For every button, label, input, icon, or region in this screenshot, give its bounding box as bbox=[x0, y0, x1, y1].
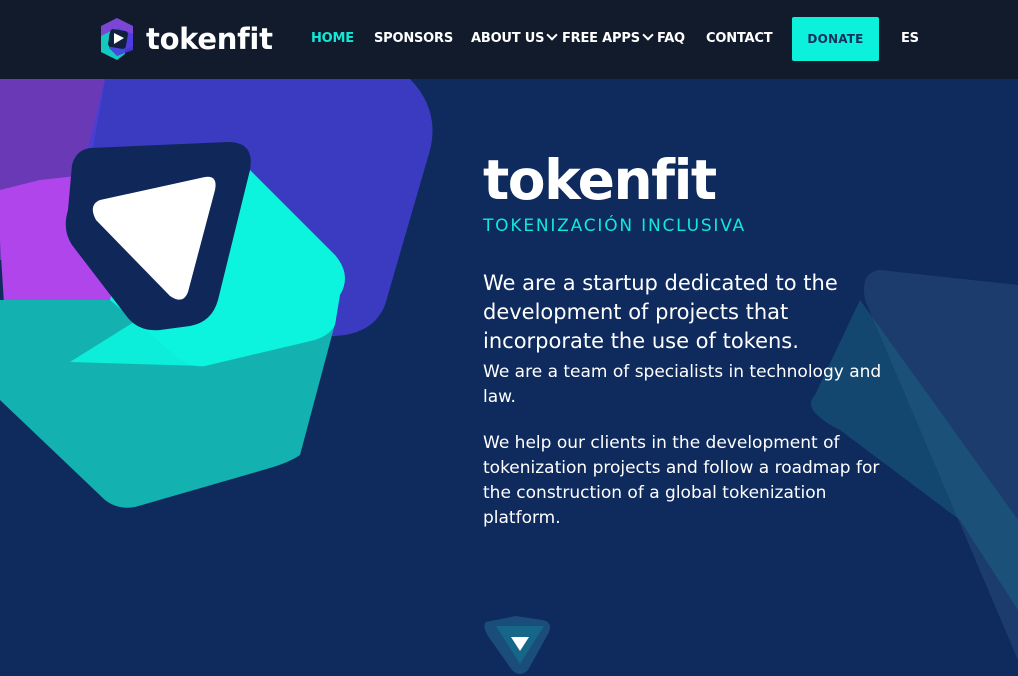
nav-sponsors[interactable]: SPONSORS bbox=[374, 31, 453, 47]
nav-home[interactable]: HOME bbox=[311, 31, 354, 47]
hero-lead: We are a startup dedicated to the develo… bbox=[483, 271, 838, 353]
nav-about-us[interactable]: ABOUT US bbox=[471, 29, 558, 47]
nav-free-apps[interactable]: FREE APPS bbox=[562, 29, 654, 47]
language-switch[interactable]: ES bbox=[901, 31, 919, 47]
top-navbar: tokenfit HOME SPONSORS ABOUT US FREE APP… bbox=[0, 0, 1018, 79]
nav-about-us-label: ABOUT US bbox=[471, 31, 545, 46]
donate-button[interactable]: DONATE bbox=[792, 17, 879, 61]
hero-paragraph-2: We help our clients in the development o… bbox=[483, 433, 880, 528]
chevron-down-icon bbox=[546, 29, 558, 41]
logo-text: tokenfit bbox=[146, 22, 273, 56]
nav-contact[interactable]: CONTACT bbox=[706, 31, 773, 47]
hero-content: tokenfit TOKENIZACIÓN INCLUSIVA We are a… bbox=[483, 150, 923, 531]
hero-tagline: TOKENIZACIÓN INCLUSIVA bbox=[483, 216, 746, 236]
nav-free-apps-label: FREE APPS bbox=[562, 31, 640, 46]
chevron-down-icon bbox=[642, 29, 654, 41]
site-logo[interactable]: tokenfit bbox=[99, 16, 279, 62]
tokenfit-logo-icon bbox=[101, 18, 133, 60]
hero-title: tokenfit bbox=[483, 148, 717, 212]
page: tokenfit HOME SPONSORS ABOUT US FREE APP… bbox=[0, 0, 1018, 676]
hero-paragraph-1: We are a team of specialists in technolo… bbox=[483, 362, 882, 407]
nav-faq[interactable]: FAQ bbox=[657, 31, 685, 47]
arrow-down-icon[interactable] bbox=[482, 612, 558, 676]
